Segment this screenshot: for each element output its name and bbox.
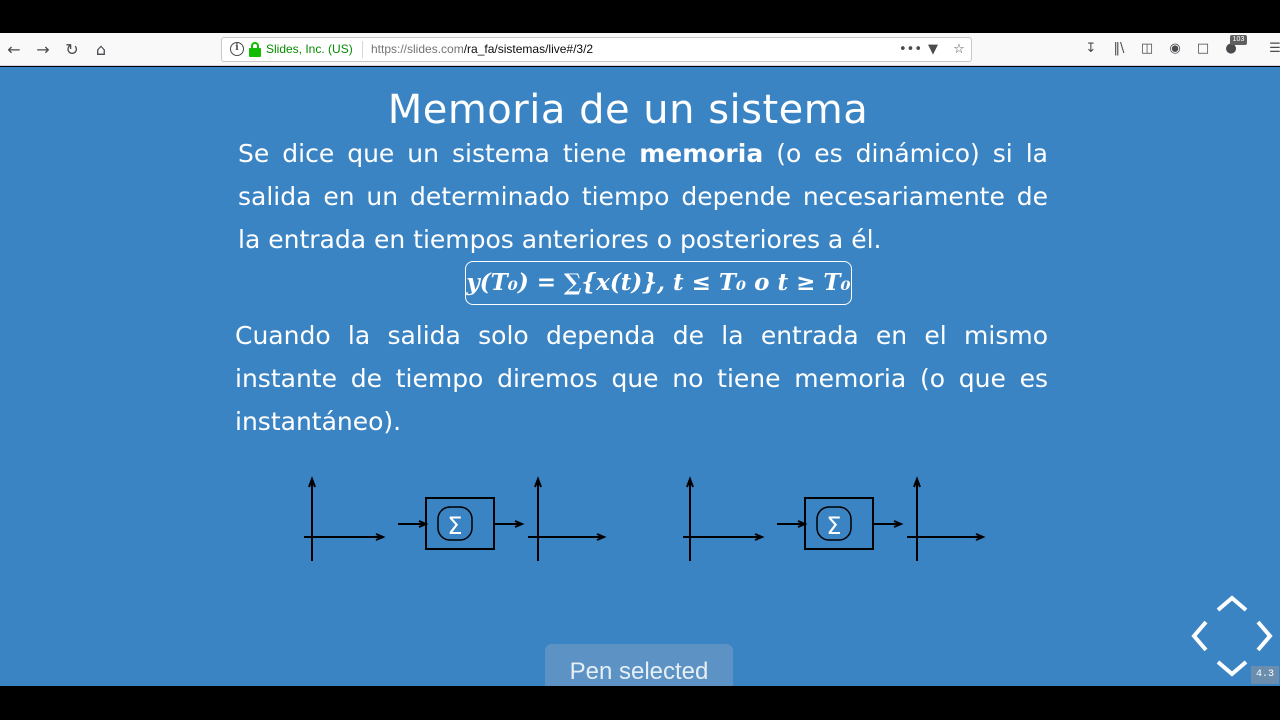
sigma-symbol-left: Σ bbox=[447, 512, 462, 540]
reload-icon[interactable]: ↻ bbox=[61, 39, 83, 61]
extension-icon[interactable]: ◉ bbox=[1166, 39, 1184, 59]
screen-bottom-bar bbox=[0, 686, 1280, 720]
nav-right-icon[interactable] bbox=[1256, 620, 1273, 652]
screen-top-bar bbox=[0, 0, 1280, 33]
back-arrow-icon[interactable]: ← bbox=[3, 39, 25, 61]
url-path: /ra_fa/sistemas/live#/3/2 bbox=[463, 42, 594, 56]
slide: Memoria de un sistema Se dice que un sis… bbox=[0, 67, 1280, 689]
url-bar[interactable]: i Slides, Inc. (US) https://slides.com/r… bbox=[221, 37, 972, 62]
toolbar-right-icons: ↧ ‖\ ◫ ◉ □ ● ☰ bbox=[1082, 38, 1280, 60]
download-icon[interactable]: ↧ bbox=[1082, 39, 1100, 59]
url-separator bbox=[362, 41, 363, 58]
nav-left-icon[interactable] bbox=[1191, 620, 1208, 652]
more-icon[interactable]: ••• bbox=[899, 41, 922, 59]
forward-arrow-icon[interactable]: → bbox=[32, 39, 54, 61]
system-diagrams: Σ Σ bbox=[304, 476, 986, 561]
lock-icon[interactable] bbox=[249, 42, 261, 58]
nav-down-icon[interactable] bbox=[1216, 660, 1248, 677]
star-icon[interactable]: ☆ bbox=[951, 41, 967, 59]
pen-selected-toast: Pen selected bbox=[545, 644, 733, 689]
sigma-symbol-right: Σ bbox=[826, 512, 841, 540]
url-text[interactable]: https://slides.com/ra_fa/sistemas/live#/… bbox=[371, 42, 593, 56]
url-actions: ••• ▼ ☆ bbox=[899, 39, 967, 61]
url-host: https://slides.com bbox=[371, 42, 464, 56]
pocket-icon[interactable]: ▼ bbox=[925, 41, 941, 59]
slide-number: 4.3 bbox=[1251, 666, 1279, 684]
nav-up-icon[interactable] bbox=[1216, 595, 1248, 612]
menu-icon[interactable]: ☰ bbox=[1266, 39, 1280, 59]
blank-icon[interactable]: □ bbox=[1194, 39, 1212, 59]
sidebar-icon[interactable]: ◫ bbox=[1138, 39, 1156, 59]
addon-badge: 103 bbox=[1230, 35, 1247, 45]
info-icon[interactable]: i bbox=[230, 42, 244, 56]
site-identity[interactable]: Slides, Inc. (US) bbox=[266, 42, 353, 56]
library-icon[interactable]: ‖\ bbox=[1110, 39, 1128, 59]
home-icon[interactable]: ⌂ bbox=[90, 39, 112, 61]
